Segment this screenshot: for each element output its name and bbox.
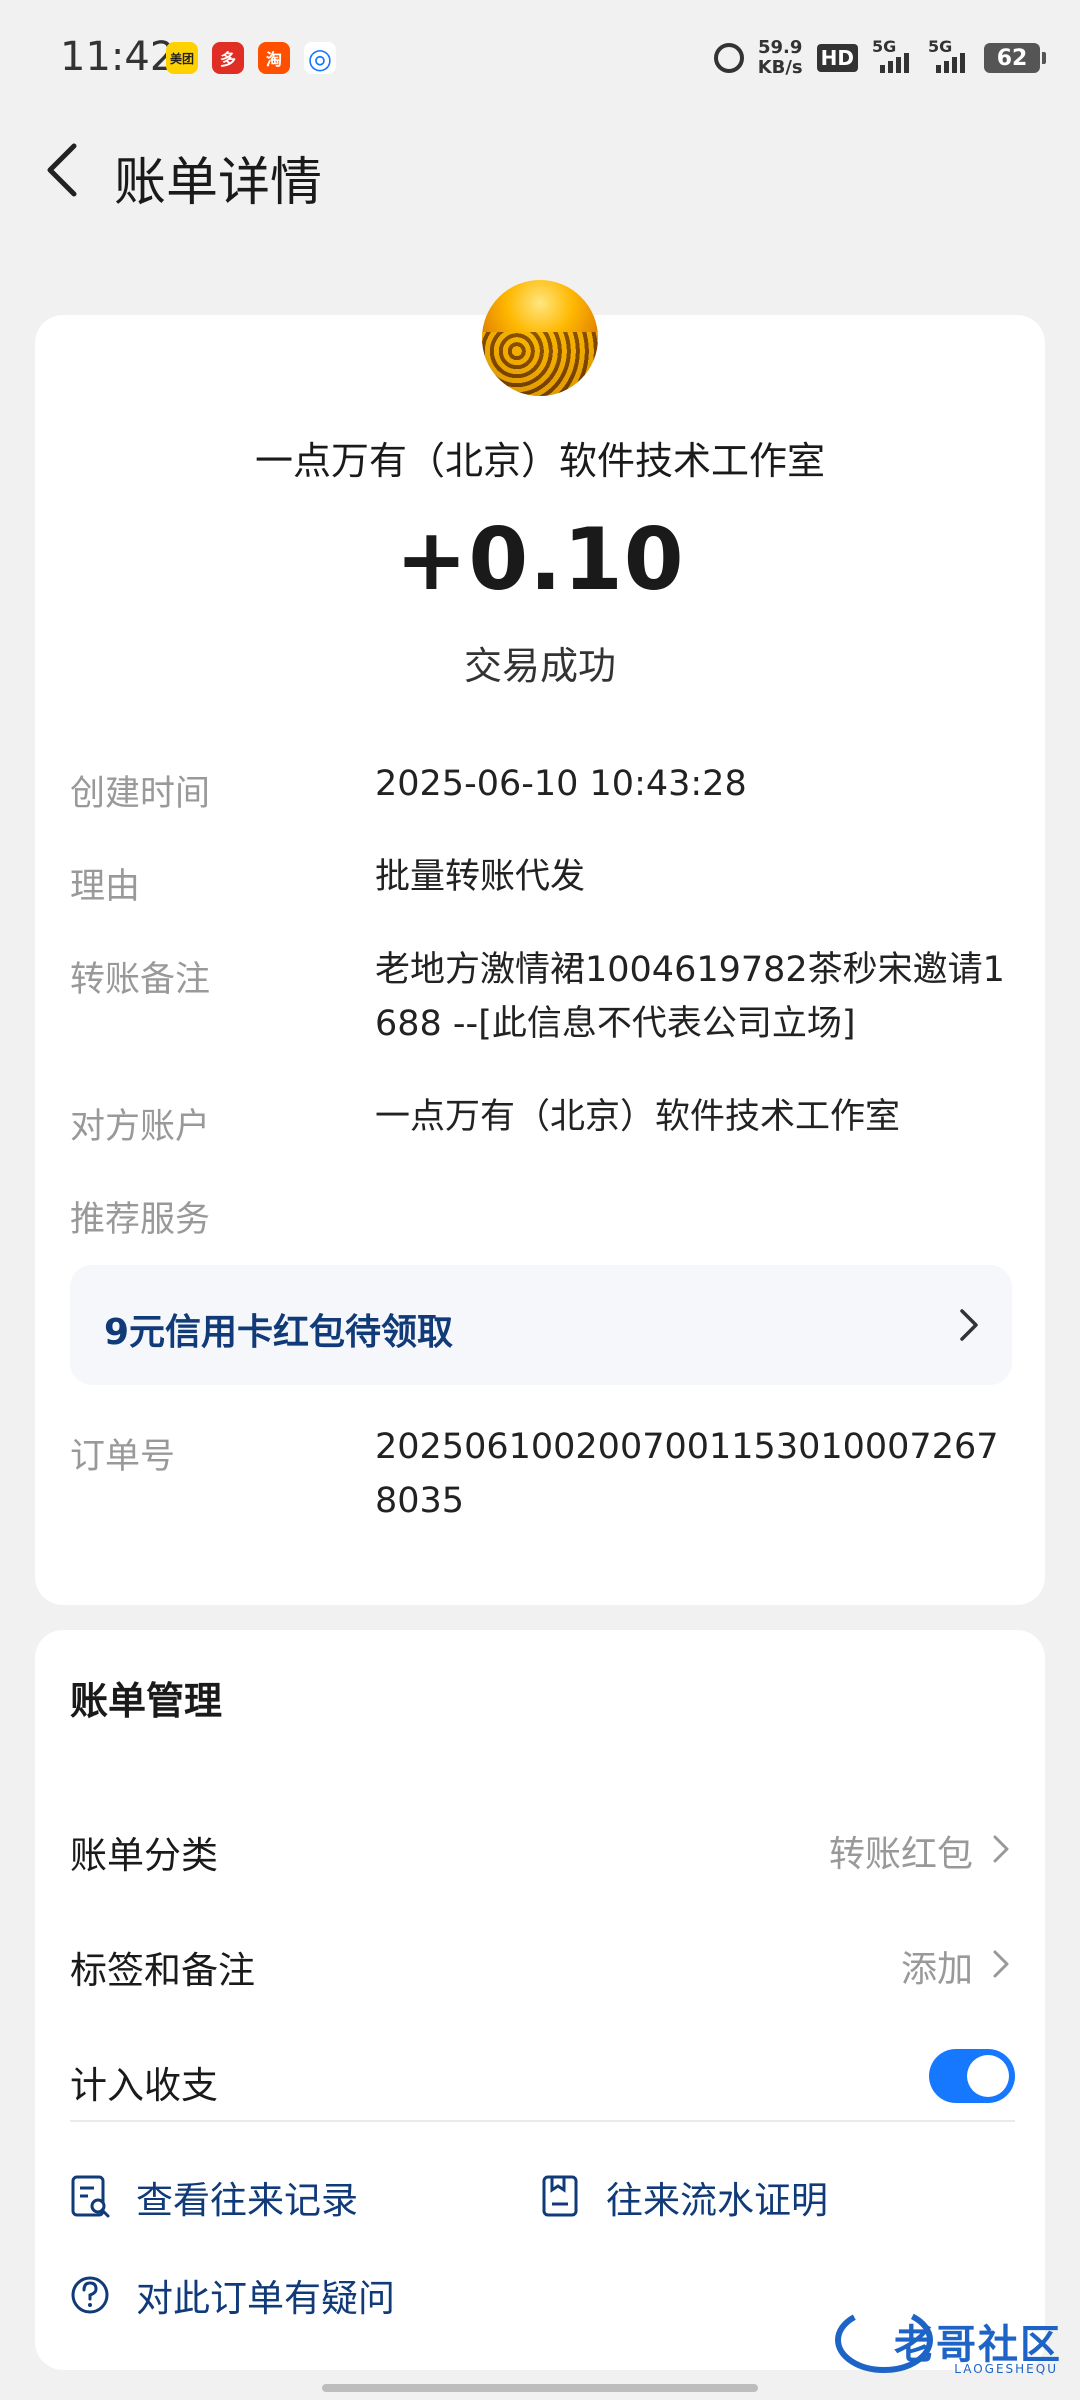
record-search-icon xyxy=(71,2175,110,2218)
field-label: 理由 xyxy=(70,867,141,907)
home-indicator[interactable] xyxy=(322,2384,758,2392)
alarm-icon xyxy=(713,43,744,73)
order-question-label: 对此订单有疑问 xyxy=(136,2277,395,2320)
credit-card-promo-banner[interactable]: 9元信用卡红包待领取 xyxy=(70,1265,1012,1385)
divider xyxy=(70,2120,1015,2122)
transaction-proof-label: 往来流水证明 xyxy=(606,2179,828,2222)
merchant-name: 一点万有（北京）软件技术工作室 xyxy=(254,439,825,483)
chevron-right-icon xyxy=(960,1309,978,1341)
field-value: 一点万有（北京）软件技术工作室 xyxy=(375,1097,901,1137)
field-value: 批量转账代发 xyxy=(375,857,586,897)
field-label: 对方账户 xyxy=(70,1107,211,1147)
sim1-label: 5G xyxy=(872,37,897,56)
transaction-proof-button[interactable]: 往来流水证明 xyxy=(540,2170,828,2224)
include-in-stats-toggle[interactable] xyxy=(929,2049,1015,2103)
tags-notes-row[interactable]: 标签和备注 添加 xyxy=(70,1920,1015,2000)
chevron-right-icon xyxy=(993,1950,1009,1978)
chevron-right-icon xyxy=(993,1835,1009,1863)
bill-detail-card: 一点万有（北京）软件技术工作室 +0.10 交易成功 创建时间 2025-06-… xyxy=(35,315,1045,1605)
field-value: 20250610020070011530100072678035 xyxy=(375,1427,999,1521)
sim2-label: 5G xyxy=(928,37,953,56)
back-arrow-icon xyxy=(47,143,77,197)
order-question-button[interactable]: 对此订单有疑问 xyxy=(70,2268,395,2322)
toggle-knob xyxy=(967,2055,1009,2097)
page-title: 账单详情 xyxy=(114,153,323,213)
field-label: 推荐服务 xyxy=(70,1200,211,1240)
battery-icon: 62 xyxy=(984,43,1046,73)
bill-management-card: 账单管理 账单分类 转账红包 标签和备注 添加 计入收支 查看往来记录 往来流水… xyxy=(35,1630,1045,2370)
back-button[interactable] xyxy=(30,138,94,202)
field-value: 2025-06-10 10:43:28 xyxy=(375,764,747,804)
bill-category-label: 账单分类 xyxy=(70,1834,218,1877)
field-label: 创建时间 xyxy=(70,774,211,814)
pinduoduo-app-icon: 多 xyxy=(212,42,244,74)
field-label: 订单号 xyxy=(70,1437,176,1477)
tags-notes-label: 标签和备注 xyxy=(70,1949,255,1992)
transaction-status: 交易成功 xyxy=(463,644,616,688)
header: 账单详情 xyxy=(0,120,1080,220)
signal-icon-sim1: 5G xyxy=(872,37,914,73)
browser-app-icon: ◎ xyxy=(304,42,336,75)
section-title: 账单管理 xyxy=(70,1679,223,1723)
bill-category-row[interactable]: 账单分类 转账红包 xyxy=(70,1805,1015,1885)
tags-notes-value: 添加 xyxy=(900,1949,973,1990)
network-speed-unit: KB/s xyxy=(757,57,803,78)
bill-category-value: 转账红包 xyxy=(828,1834,973,1875)
network-speed-value: 59.9 xyxy=(757,37,803,58)
taobao-app-icon: 淘 xyxy=(258,42,290,74)
include-in-stats-row: 计入收支 xyxy=(70,2035,1015,2115)
status-indicators: 59.9 KB/s HD 5G 5G 62 xyxy=(713,37,1046,78)
include-in-stats-label: 计入收支 xyxy=(70,2064,218,2107)
amount: +0.10 xyxy=(395,510,685,610)
field-label: 转账备注 xyxy=(70,960,211,1000)
status-bar: 11:42 美团 多 淘 ◎ 59.9 KB/s HD 5G 5G 62 xyxy=(0,0,1080,120)
view-history-button[interactable]: 查看往来记录 xyxy=(70,2170,358,2224)
network-speed: 59.9 KB/s xyxy=(758,38,803,78)
hd-badge: HD xyxy=(816,44,858,72)
promo-text: 9元信用卡红包待领取 xyxy=(104,1312,454,1353)
watermark-subtext: LAOGESHEQU xyxy=(954,2362,1058,2376)
status-time: 11:42 xyxy=(60,34,176,80)
document-icon xyxy=(542,2175,578,2217)
merchant-avatar xyxy=(482,280,598,396)
question-circle-icon xyxy=(71,2276,109,2314)
meituan-app-icon: 美团 xyxy=(166,42,198,74)
field-value: 老地方激情裙1004619782茶秒宋邀请1688 --[此信息不代表公司立场] xyxy=(375,950,1005,1044)
notification-app-icons: 美团 多 淘 ◎ xyxy=(166,42,336,75)
signal-icon-sim2: 5G xyxy=(928,37,970,73)
view-history-label: 查看往来记录 xyxy=(136,2179,358,2222)
